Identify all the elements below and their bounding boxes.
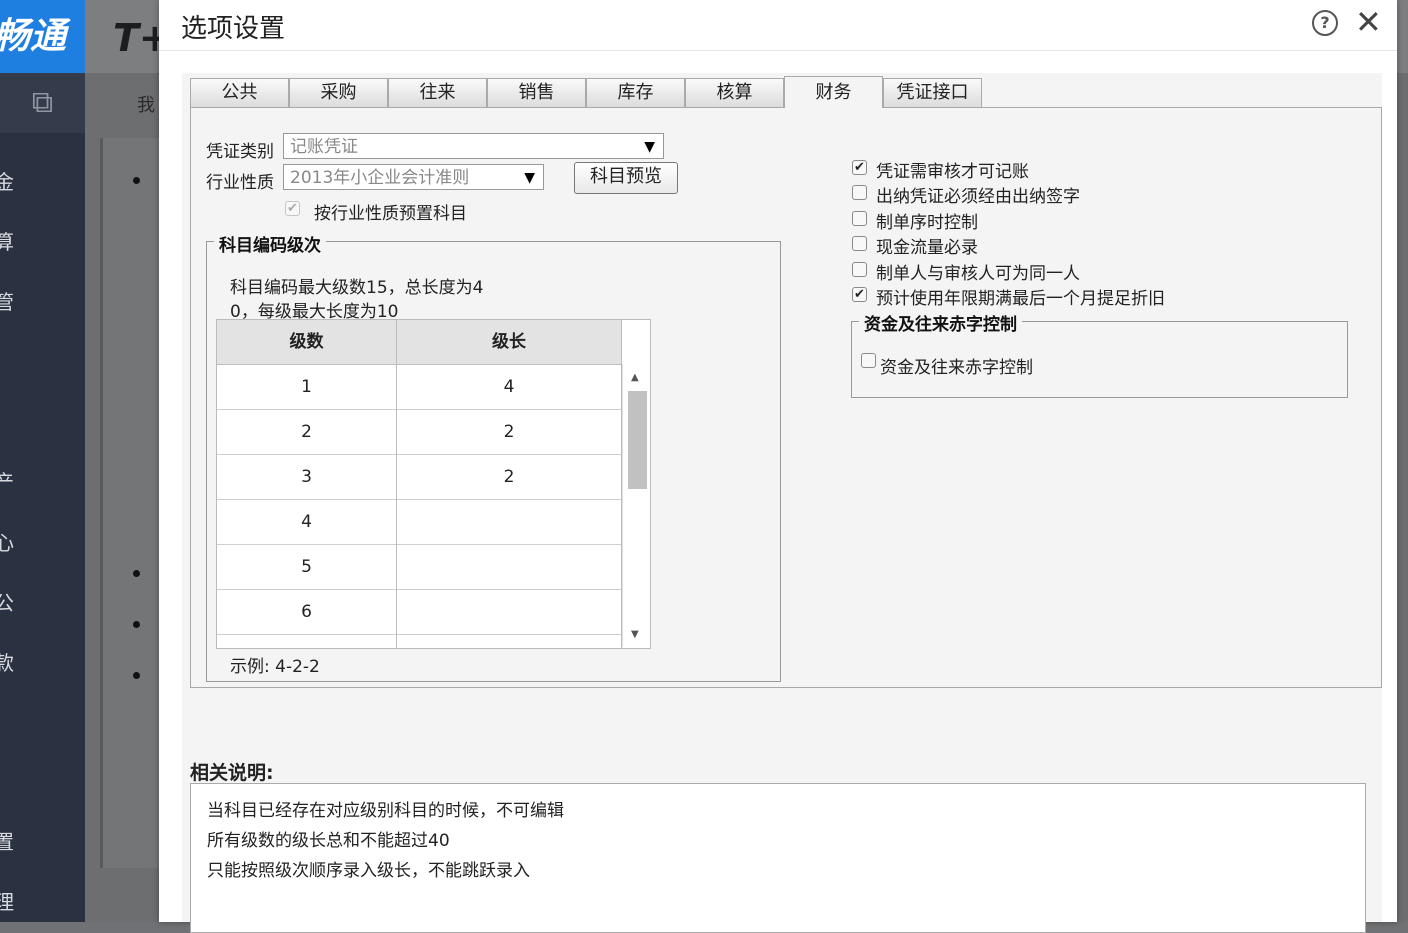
option-checkbox-full-depreciation[interactable]: ✔	[852, 287, 867, 302]
sidebar-item[interactable]: 金	[0, 166, 14, 195]
code-levels-desc-1: 科目编码最大级数15，总长度为4	[230, 278, 484, 298]
code-levels-table: 级数 级长 1 4 2 2 3 2 4 5 6 ▲ ▼	[216, 319, 651, 649]
table-row: 3 2	[217, 455, 622, 500]
option-label: 预计使用年限期满最后一个月提足折旧	[876, 289, 1165, 309]
sidebar-item[interactable]: 理	[0, 886, 14, 915]
notes-line: 所有级数的级长总和不能超过40	[207, 831, 450, 851]
voucher-type-label: 凭证类别	[206, 142, 274, 162]
notes-title: 相关说明:	[190, 762, 274, 784]
length-cell[interactable]: 2	[397, 410, 622, 455]
level-cell: 3	[217, 455, 397, 500]
scroll-down-icon[interactable]: ▼	[631, 629, 639, 640]
tab-common[interactable]: 公共	[190, 78, 289, 107]
level-cell: 2	[217, 410, 397, 455]
industry-value: 2013年小企业会计准则	[290, 168, 470, 188]
table-header: 级数 级长	[217, 320, 622, 365]
new-window-icon[interactable]: ⧉	[0, 73, 85, 133]
notes-line: 只能按照级次顺序录入级长，不能跳跃录入	[207, 861, 530, 881]
bullet	[133, 570, 140, 577]
app-logo: 畅通	[0, 0, 85, 73]
industry-label: 行业性质	[206, 173, 274, 193]
sidebar-item[interactable]: 置	[0, 826, 14, 855]
table-row: 5	[217, 545, 622, 590]
option-checkbox-sequential-control[interactable]	[852, 211, 867, 226]
column-header-length: 级长	[397, 320, 622, 364]
option-checkbox-audit-before-posting[interactable]: ✔	[852, 160, 867, 175]
preset-subjects-checkbox[interactable]: ✔	[285, 201, 300, 216]
dropdown-arrow-icon: ▼	[644, 139, 655, 155]
tab-finance[interactable]: 财务	[784, 76, 883, 108]
sidebar-item[interactable]: 管	[0, 286, 14, 315]
level-cell: 6	[217, 590, 397, 635]
dialog-title: 选项设置	[181, 14, 286, 44]
column-header-level: 级数	[217, 320, 397, 364]
dropdown-arrow-icon: ▼	[524, 170, 535, 186]
table-row: 1 4	[217, 365, 622, 410]
app-tab[interactable]: 我	[137, 91, 155, 117]
scroll-up-icon[interactable]: ▲	[631, 372, 639, 383]
level-cell: 5	[217, 545, 397, 590]
code-levels-example: 示例: 4-2-2	[230, 657, 320, 677]
sidebar-item[interactable]: 产	[0, 466, 14, 495]
bullet	[133, 177, 140, 184]
tab-accounts[interactable]: 往来	[388, 78, 487, 107]
code-levels-legend: 科目编码级次	[214, 231, 326, 256]
length-cell[interactable]	[397, 545, 622, 590]
industry-select[interactable]: 2013年小企业会计准则 ▼	[283, 164, 544, 190]
table-scrollbar[interactable]: ▲ ▼	[622, 364, 650, 647]
deficit-control-legend: 资金及往来赤字控制	[859, 310, 1022, 335]
level-cell: 4	[217, 500, 397, 545]
scroll-thumb[interactable]	[628, 391, 647, 489]
table-row	[217, 635, 622, 648]
deficit-control-checkbox[interactable]	[861, 353, 876, 368]
subject-preview-button[interactable]: 科目预览	[574, 162, 678, 194]
sidebar-item[interactable]: 心	[0, 527, 14, 556]
notes-box: 当科目已经存在对应级别科目的时候，不可编辑 所有级数的级长总和不能超过40 只能…	[190, 783, 1366, 933]
bullet	[133, 672, 140, 679]
notes-line: 当科目已经存在对应级别科目的时候，不可编辑	[207, 801, 564, 821]
sidebar-item[interactable]: 算	[0, 226, 14, 255]
option-checkbox-same-maker-auditor[interactable]	[852, 262, 867, 277]
app-sidebar: 畅通 ⧉ 金 算 管 产 心 公 款 置 理	[0, 0, 85, 922]
voucher-type-value: 记账凭证	[290, 137, 358, 157]
length-cell[interactable]: 4	[397, 365, 622, 410]
table-row: 6	[217, 590, 622, 635]
preset-subjects-label: 按行业性质预置科目	[314, 204, 467, 224]
help-icon[interactable]: ?	[1312, 10, 1338, 36]
option-label: 凭证需审核才可记账	[876, 162, 1029, 182]
option-checkbox-cashflow-required[interactable]	[852, 236, 867, 251]
option-label: 现金流量必录	[876, 238, 978, 258]
length-cell[interactable]	[397, 500, 622, 545]
tab-purchase[interactable]: 采购	[289, 78, 388, 107]
sidebar-item[interactable]: 款	[0, 647, 14, 676]
option-label: 制单序时控制	[876, 213, 978, 233]
tab-costing[interactable]: 核算	[685, 78, 784, 107]
sidebar-item[interactable]: 公	[0, 587, 14, 616]
option-label: 出纳凭证必须经由出纳签字	[876, 187, 1080, 207]
tab-inventory[interactable]: 库存	[586, 78, 685, 107]
voucher-type-select[interactable]: 记账凭证 ▼	[283, 133, 664, 159]
length-cell[interactable]	[397, 590, 622, 635]
tab-voucher-interface[interactable]: 凭证接口	[883, 78, 982, 107]
option-checkbox-cashier-signature[interactable]	[852, 185, 867, 200]
deficit-control-label: 资金及往来赤字控制	[880, 358, 1033, 378]
level-cell: 1	[217, 365, 397, 410]
length-cell[interactable]: 2	[397, 455, 622, 500]
table-row: 2 2	[217, 410, 622, 455]
option-label: 制单人与审核人可为同一人	[876, 264, 1080, 284]
tab-sales[interactable]: 销售	[487, 78, 586, 107]
title-divider	[159, 50, 1397, 51]
table-row: 4	[217, 500, 622, 545]
bullet	[133, 621, 140, 628]
close-icon[interactable]: ✕	[1355, 4, 1382, 40]
